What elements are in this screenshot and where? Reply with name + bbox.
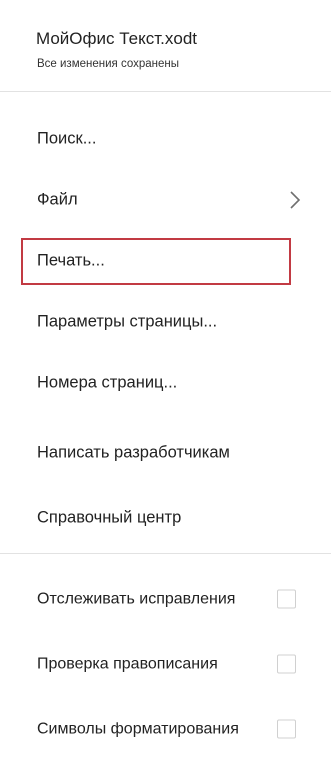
- menu-item-label: Справочный центр: [37, 508, 182, 527]
- toggle-label: Проверка правописания: [37, 655, 218, 673]
- document-title: МойОфис Текст.xodt: [36, 29, 198, 48]
- track-changes-checkbox[interactable]: [277, 589, 296, 609]
- chevron-right-icon: [290, 191, 301, 209]
- toggle-track-changes[interactable]: Отслеживать исправления: [0, 568, 331, 630]
- toggle-formatting-marks[interactable]: Символы форматирования: [0, 698, 331, 760]
- save-status: Все изменения сохранены: [37, 58, 180, 70]
- menu-header: МойОфис Текст.xodt Все изменения сохране…: [0, 0, 331, 90]
- toggle-label: Отслеживать исправления: [37, 590, 236, 608]
- header-divider: [0, 91, 331, 92]
- menu-item-help-center[interactable]: Справочный центр: [0, 490, 331, 546]
- toggle-spell-check[interactable]: Проверка правописания: [0, 633, 331, 695]
- menu-item-page-settings[interactable]: Параметры страницы...: [0, 294, 331, 350]
- menu-item-label: Номера страниц...: [37, 373, 178, 392]
- menu-item-feedback[interactable]: Написать разработчикам: [0, 425, 331, 481]
- toggles-divider: [0, 553, 331, 554]
- formatting-marks-checkbox[interactable]: [277, 719, 296, 739]
- menu-item-label: Поиск...: [37, 129, 97, 148]
- menu-item-label: Параметры страницы...: [37, 312, 218, 331]
- menu-item-label: Файл: [37, 190, 78, 209]
- menu-item-print[interactable]: Печать...: [0, 233, 331, 289]
- menu-item-label: Написать разработчикам: [37, 443, 230, 462]
- spell-check-checkbox[interactable]: [277, 654, 296, 674]
- toggle-label: Символы форматирования: [37, 720, 239, 738]
- menu-item-search[interactable]: Поиск...: [0, 111, 331, 167]
- menu-item-label: Печать...: [37, 251, 105, 270]
- menu-item-page-numbers[interactable]: Номера страниц...: [0, 355, 331, 411]
- menu-item-file[interactable]: Файл: [0, 172, 331, 228]
- document-menu: МойОфис Текст.xodt Все изменения сохране…: [0, 0, 331, 760]
